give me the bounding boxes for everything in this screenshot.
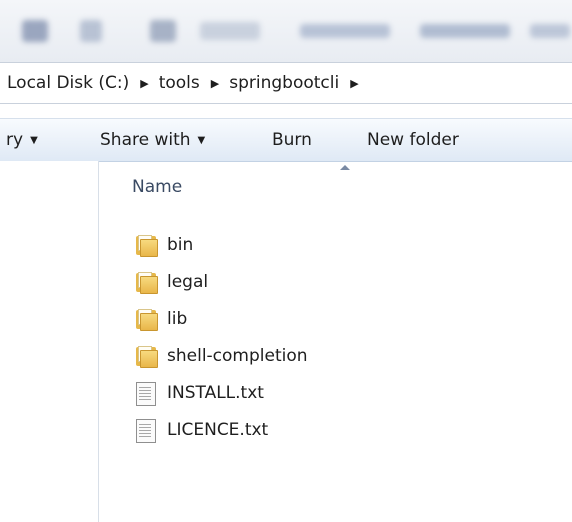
ribbon-blurred-icon: [22, 20, 48, 42]
file-name: bin: [167, 234, 194, 255]
breadcrumb-springbootcli[interactable]: springbootcli: [229, 73, 339, 93]
text-file-icon: [134, 381, 158, 406]
ribbon-blurred-icon: [80, 20, 102, 42]
ribbon-toolbar: [0, 0, 572, 62]
list-item[interactable]: shell-completion: [134, 337, 394, 374]
breadcrumb-local-disk[interactable]: Local Disk (C:): [0, 73, 129, 93]
include-in-library-button[interactable]: ry ▼: [6, 119, 38, 161]
name-column-header[interactable]: Name: [132, 177, 182, 197]
file-name: legal: [167, 271, 209, 292]
new-folder-label: New folder: [367, 130, 459, 150]
list-item[interactable]: lib: [134, 300, 394, 337]
list-item[interactable]: legal: [134, 263, 394, 300]
command-bar: ry ▼ Share with ▼ Burn New folder: [0, 118, 572, 162]
sort-ascending-icon: [340, 165, 350, 170]
file-name: INSTALL.txt: [167, 382, 264, 403]
chevron-down-icon: ▼: [197, 134, 206, 146]
include-in-library-label: ry: [6, 130, 24, 150]
breadcrumb-tools[interactable]: tools: [159, 73, 200, 93]
ribbon-blurred-control: [200, 22, 260, 40]
list-item[interactable]: INSTALL.txt: [134, 374, 394, 411]
breadcrumb-arrow-icon[interactable]: ▶: [350, 77, 358, 90]
text-file-icon: [134, 418, 158, 443]
new-folder-button[interactable]: New folder: [367, 119, 459, 161]
ribbon-blurred-control: [300, 24, 390, 38]
folder-icon: [134, 307, 158, 331]
share-with-button[interactable]: Share with ▼: [100, 119, 205, 161]
file-name: LICENCE.txt: [167, 419, 269, 440]
navigation-pane[interactable]: [0, 161, 99, 522]
burn-button[interactable]: Burn: [272, 119, 312, 161]
list-item[interactable]: LICENCE.txt: [134, 411, 394, 448]
folder-icon: [134, 270, 158, 294]
share-with-label: Share with: [100, 130, 191, 150]
ribbon-blurred-control: [530, 24, 570, 38]
burn-label: Burn: [272, 130, 312, 150]
file-name: lib: [167, 308, 188, 329]
ribbon-blurred-icon: [150, 20, 176, 42]
breadcrumb-arrow-icon[interactable]: ▶: [140, 77, 148, 90]
chevron-down-icon: ▼: [30, 134, 38, 146]
folder-icon: [134, 233, 158, 257]
file-list: bin legal lib shell-completion INSTALL.t…: [134, 226, 394, 448]
breadcrumb-arrow-icon[interactable]: ▶: [211, 77, 219, 90]
list-item[interactable]: bin: [134, 226, 394, 263]
address-bar[interactable]: Local Disk (C:) ▶ tools ▶ springbootcli …: [0, 62, 572, 104]
ribbon-blurred-control: [420, 24, 510, 38]
file-name: shell-completion: [167, 345, 308, 366]
folder-icon: [134, 344, 158, 368]
